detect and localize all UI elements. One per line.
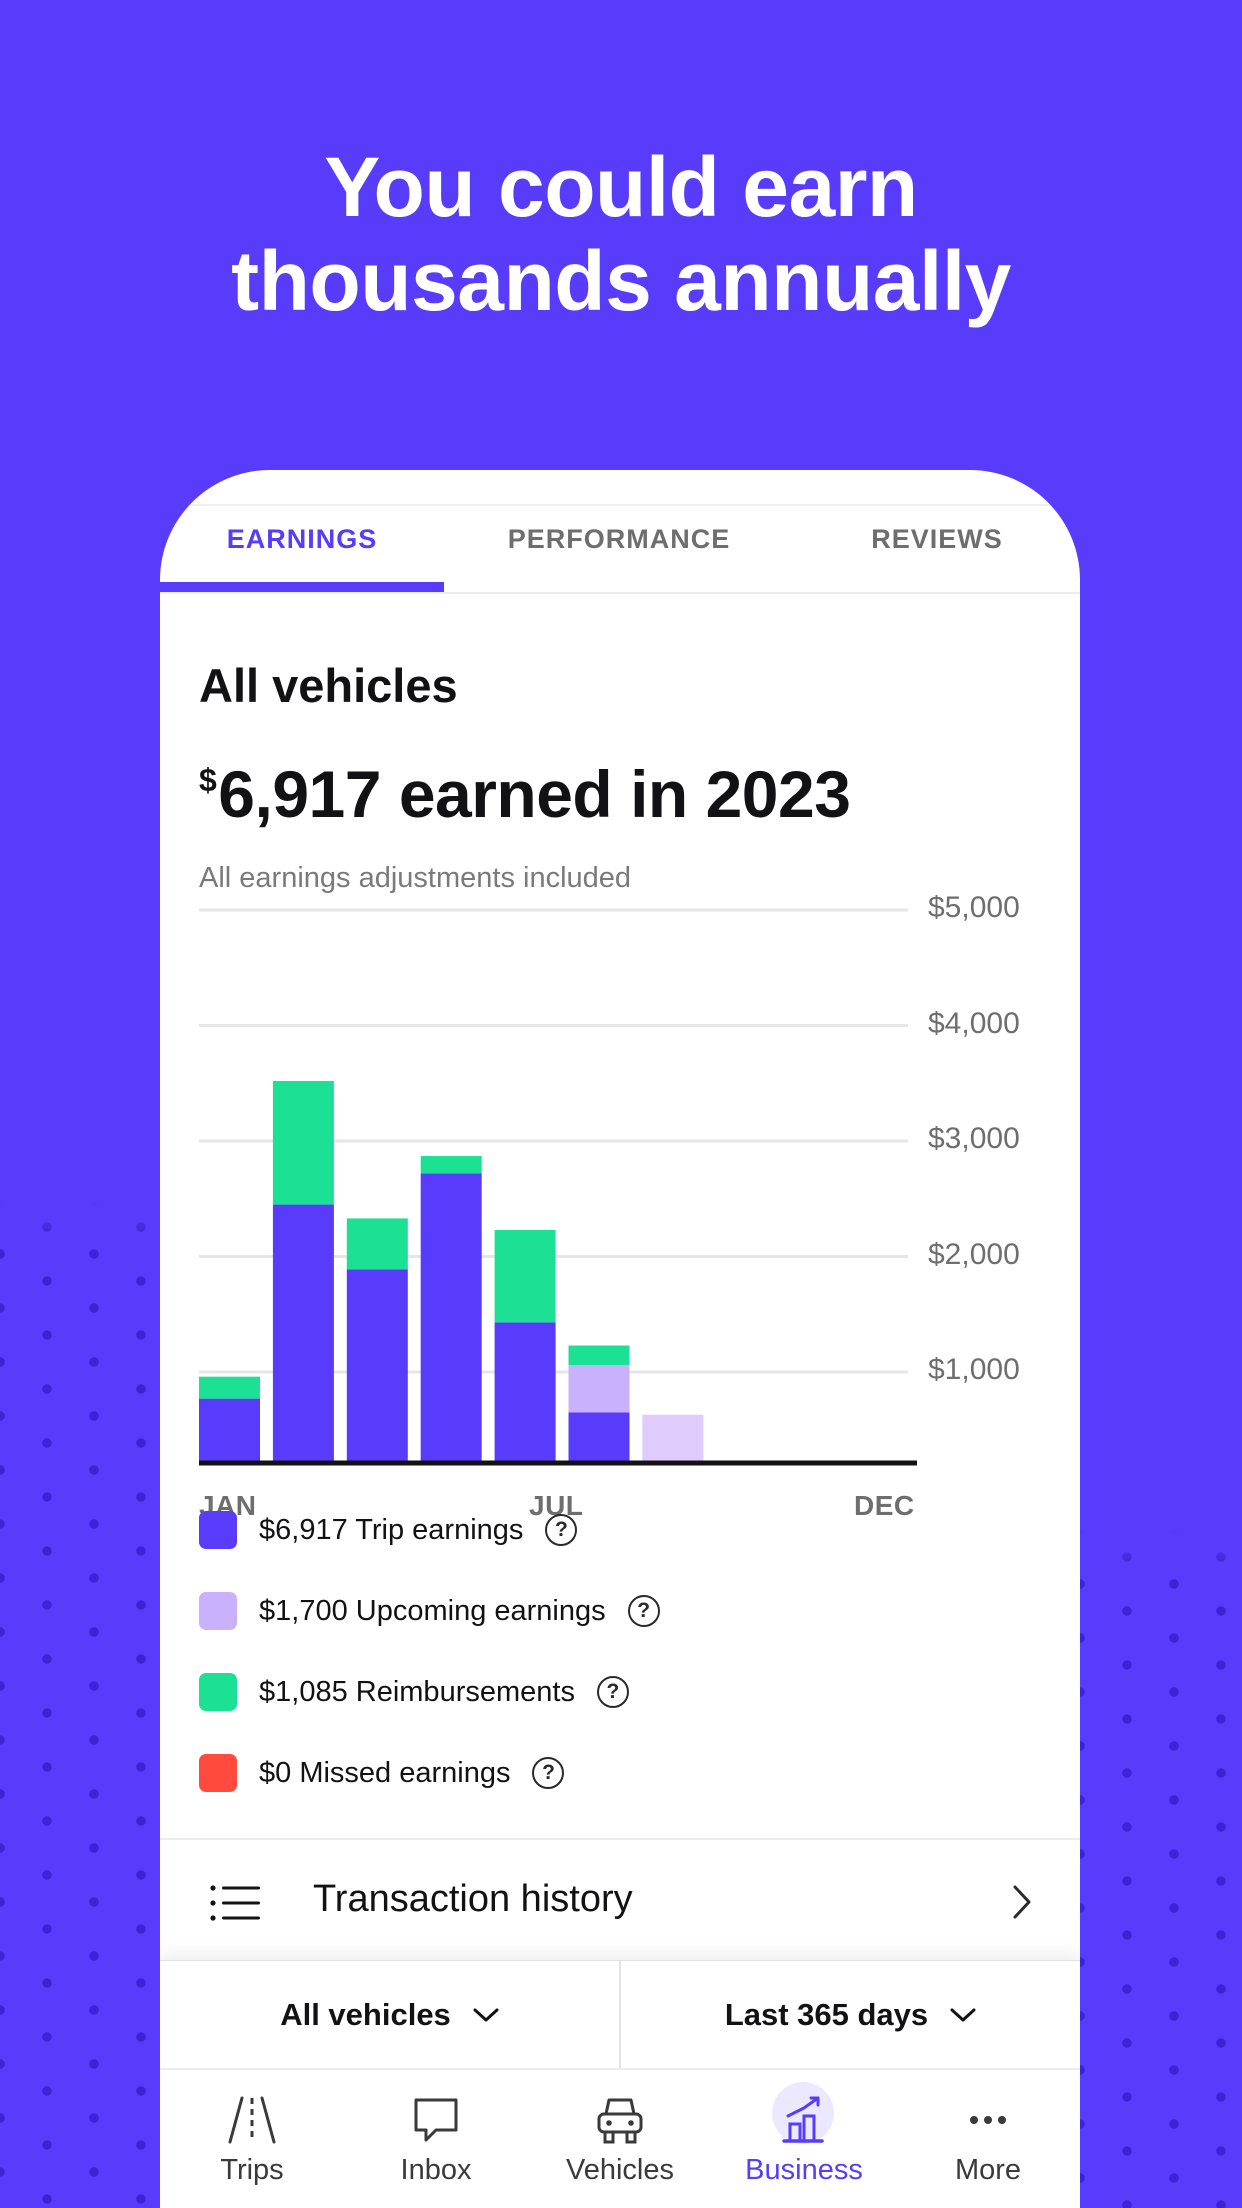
nav-label-inbox: Inbox: [400, 2154, 472, 2186]
legend-amount: $1,700: [259, 1594, 348, 1627]
help-icon[interactable]: ?: [545, 1514, 578, 1546]
headline: You could earn thousands annually: [0, 140, 1242, 328]
legend-label: $1,700 Upcoming earnings: [259, 1595, 606, 1628]
y-tick-label: $4,000: [928, 1006, 1020, 1040]
nav-item-trips[interactable]: Trips: [160, 2070, 344, 2208]
bar-jan-trip-earnings: [199, 1398, 260, 1461]
active-tab-indicator: [160, 582, 444, 592]
nav-label-trips: Trips: [220, 2154, 284, 2186]
bar-jun-reimbursements: [568, 1345, 630, 1366]
nav-label-more: More: [954, 2154, 1022, 2186]
y-tick-label: $1,000: [928, 1353, 1020, 1387]
legend-amount: $6,917: [259, 1513, 348, 1546]
bar-feb-reimbursements: [272, 1080, 334, 1205]
period-filter-dropdown[interactable]: Last 365 days: [621, 1961, 1080, 2069]
bar-apr-reimbursements: [420, 1156, 482, 1174]
list-icon: [210, 1885, 260, 1921]
legend-swatch: [199, 1673, 237, 1711]
legend-item: $6,917 Trip earnings?: [199, 1510, 578, 1550]
nav-label-vehicles: Vehicles: [565, 2154, 674, 2186]
more-dots-icon: [970, 2116, 1006, 2124]
earned-amount: 6,917: [218, 757, 381, 831]
earned-text: earned in 2023: [398, 757, 851, 831]
phone-screen: EARNINGS PERFORMANCE REVIEWS All vehicle…: [160, 470, 1080, 2208]
dot-pattern-right: [1080, 1530, 1242, 2208]
legend-swatch: [199, 1754, 237, 1792]
nav-item-inbox[interactable]: Inbox: [344, 2070, 528, 2208]
chevron-down-icon: [950, 2008, 976, 2022]
y-tick-label: $3,000: [928, 1122, 1020, 1156]
transaction-history-row[interactable]: Transaction history: [160, 1840, 1080, 1970]
tab-reviews[interactable]: REVIEWS: [794, 506, 1080, 592]
legend-series-name: Upcoming earnings: [355, 1594, 606, 1627]
chevron-down-icon: [473, 2008, 499, 2022]
legend-series-name: Reimbursements: [355, 1675, 575, 1708]
tab-bar: EARNINGS PERFORMANCE REVIEWS: [160, 506, 1080, 594]
help-icon[interactable]: ?: [596, 1676, 629, 1708]
bar-jul-upcoming-earnings: [642, 1414, 704, 1461]
bar-mar-trip-earnings: [346, 1269, 408, 1461]
period-filter-label: Last 365 days: [724, 1997, 929, 2032]
legend-label: $1,085 Reimbursements: [259, 1676, 575, 1709]
bar-may-reimbursements: [494, 1229, 556, 1323]
bar-apr-trip-earnings: [420, 1173, 482, 1461]
bottom-navigation: Trips Inbox Vehicles Business More: [160, 2068, 1080, 2208]
car-icon: [597, 2098, 643, 2144]
legend-swatch: [199, 1511, 237, 1549]
help-icon[interactable]: ?: [627, 1595, 660, 1627]
tab-performance[interactable]: PERFORMANCE: [444, 506, 794, 592]
nav-item-business[interactable]: Business: [712, 2070, 896, 2208]
tabs-divider: [160, 592, 1080, 594]
tab-earnings[interactable]: EARNINGS: [160, 506, 444, 592]
earnings-chart-svg: [199, 908, 917, 1466]
vehicle-filter-label: All vehicles: [280, 1997, 451, 2032]
currency-symbol: $: [199, 762, 217, 798]
legend-item: $0 Missed earnings?: [199, 1753, 565, 1793]
earnings-subtitle: All earnings adjustments included: [199, 862, 632, 894]
earned-total: $6,917 earned in 2023: [199, 756, 851, 832]
bar-jun-trip-earnings: [568, 1412, 630, 1461]
bar-jun-upcoming-earnings: [568, 1365, 630, 1413]
chevron-right-icon: [1013, 1885, 1031, 1919]
bar-may-trip-earnings: [494, 1322, 556, 1461]
section-title: All vehicles: [199, 659, 458, 712]
bar-mar-reimbursements: [346, 1218, 408, 1270]
bar-chart-trend-icon: [782, 2096, 824, 2143]
legend-amount: $1,085: [259, 1675, 348, 1708]
help-icon[interactable]: ?: [532, 1757, 565, 1789]
earnings-chart: $5,000 $4,000 $3,000 $2,000 $1,000 JAN JUL DEC: [160, 891, 1080, 1521]
filter-bar: All vehicles Last 365 days: [160, 1960, 1080, 2069]
bar-jan-reimbursements: [199, 1376, 260, 1399]
vehicle-filter-dropdown[interactable]: All vehicles: [160, 1961, 619, 2069]
nav-item-vehicles[interactable]: Vehicles: [528, 2070, 712, 2208]
y-tick-label: $5,000: [928, 891, 1020, 924]
chat-bubble-icon: [414, 2098, 458, 2142]
y-tick-label: $2,000: [928, 1237, 1020, 1271]
nav-item-more[interactable]: More: [896, 2070, 1080, 2208]
legend-swatch: [199, 1592, 237, 1630]
legend-series-name: Missed earnings: [299, 1756, 511, 1789]
headline-line-2: thousands annually: [231, 234, 1011, 328]
road-icon: [228, 2096, 276, 2144]
legend-label: $6,917 Trip earnings: [259, 1514, 523, 1547]
legend-label: $0 Missed earnings: [259, 1757, 510, 1790]
transaction-history-label: Transaction history: [313, 1878, 633, 1920]
legend-item: $1,700 Upcoming earnings?: [199, 1591, 660, 1631]
legend-item: $1,085 Reimbursements?: [199, 1672, 629, 1712]
legend-amount: $0: [259, 1756, 292, 1789]
x-tick-label: DEC: [854, 1490, 915, 1521]
nav-label-business: Business: [745, 2154, 863, 2186]
legend-series-name: Trip earnings: [355, 1513, 524, 1546]
dot-pattern-left: [0, 1200, 160, 2208]
bar-feb-trip-earnings: [272, 1204, 334, 1461]
headline-line-1: You could earn: [324, 140, 918, 234]
